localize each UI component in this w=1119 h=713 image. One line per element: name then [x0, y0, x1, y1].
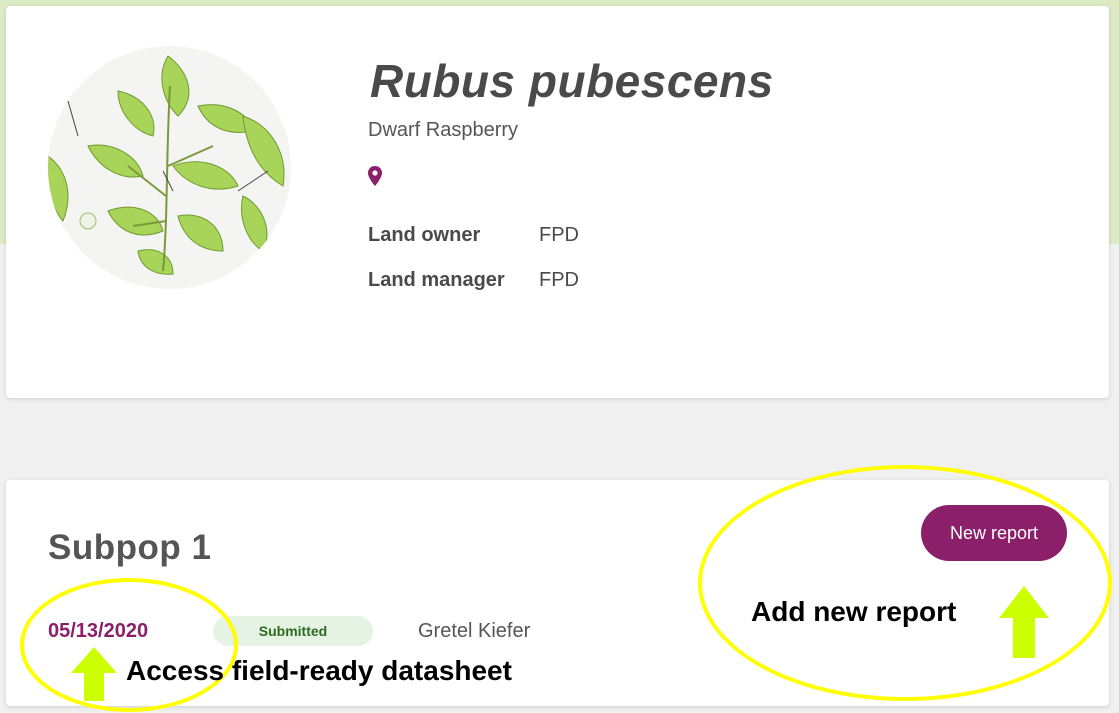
- scientific-name: Rubus pubescens: [370, 55, 774, 107]
- land-owner-label: Land owner: [368, 224, 481, 246]
- land-manager-label: Land manager: [368, 269, 505, 291]
- land-manager-value: FPD: [539, 269, 579, 291]
- subpop-title: Subpop 1: [48, 528, 212, 567]
- arrow-up-icon: [71, 647, 117, 701]
- annotation-add-report-text: Add new report: [751, 596, 957, 627]
- species-card: Rubus pubescens Dwarf Raspberry Land own…: [6, 6, 1109, 398]
- annotation-datasheet-text: Access field-ready datasheet: [126, 655, 512, 686]
- annotation-ellipse-new-report: [698, 465, 1112, 701]
- reporter-name: Gretel Kiefer: [418, 620, 531, 642]
- land-owner-value: FPD: [539, 224, 579, 246]
- arrow-up-icon: [999, 586, 1049, 658]
- map-pin-shape: [368, 166, 382, 186]
- plant-leaves-image: [48, 55, 285, 275]
- annotation-ellipse-date: [20, 578, 238, 712]
- map-pin-icon[interactable]: [368, 166, 382, 186]
- plant-illustration: [48, 46, 291, 289]
- common-name: Dwarf Raspberry: [368, 119, 519, 141]
